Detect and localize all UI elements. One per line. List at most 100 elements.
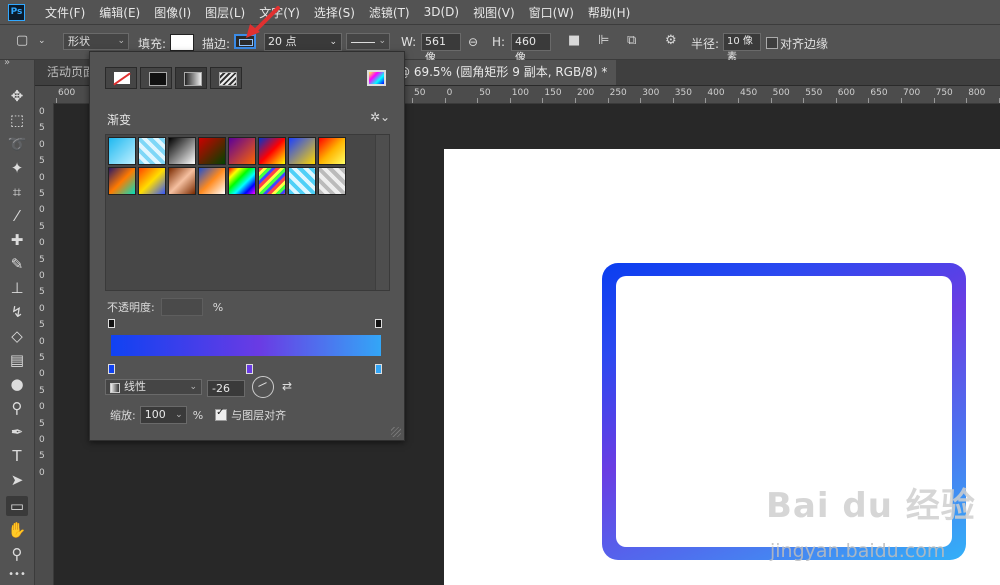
- link-icon[interactable]: ⊖: [468, 35, 478, 49]
- opacity-stop-right[interactable]: [375, 319, 382, 328]
- menu-filter[interactable]: 滤镜(T): [369, 4, 410, 21]
- chevron-down-icon[interactable]: ⌄: [38, 36, 46, 46]
- eraser-tool-icon[interactable]: ◇: [6, 326, 28, 346]
- ruler-tick: [509, 98, 511, 103]
- ruler-tick-label: 5: [39, 320, 45, 331]
- marquee-tool-icon[interactable]: ⬚: [6, 110, 28, 130]
- ruler-tick-label: 0: [39, 303, 45, 314]
- opacity-stop-left[interactable]: [108, 319, 115, 328]
- menu-help[interactable]: 帮助(H): [588, 4, 630, 21]
- photoshop-logo[interactable]: Ps: [8, 3, 25, 21]
- opacity-field[interactable]: [160, 298, 203, 316]
- path-arrangement-icon[interactable]: ⧉: [627, 33, 636, 48]
- menu-edit[interactable]: 编辑(E): [99, 4, 140, 21]
- gradient-preset-swatch[interactable]: [258, 167, 286, 195]
- gradient-preview-bar[interactable]: [111, 335, 381, 356]
- clone-stamp-tool-icon[interactable]: ⊥: [6, 278, 28, 298]
- gradient-preset-swatch[interactable]: [318, 167, 346, 195]
- gradient-tool-icon[interactable]: ▤: [6, 350, 28, 370]
- rectangle-tool-icon[interactable]: ▭: [6, 496, 28, 516]
- lasso-tool-icon[interactable]: ➰: [6, 134, 28, 154]
- history-brush-tool-icon[interactable]: ↯: [6, 302, 28, 322]
- stroke-type-dropdown[interactable]: ⌄: [346, 33, 390, 50]
- fill-swatch[interactable]: [170, 34, 194, 51]
- gradient-button[interactable]: [175, 67, 207, 89]
- healing-brush-tool-icon[interactable]: ✚: [6, 230, 28, 250]
- rounded-rect-tool-icon[interactable]: ▢: [16, 33, 28, 48]
- menu-view[interactable]: 视图(V): [473, 4, 515, 21]
- gradient-presets: [105, 134, 390, 291]
- menu-window[interactable]: 窗口(W): [529, 4, 574, 21]
- radius-label: 半径:: [691, 37, 720, 51]
- eyedropper-tool-icon[interactable]: ⁄: [6, 206, 28, 226]
- color-stop-right[interactable]: [375, 364, 382, 374]
- dodge-tool-icon[interactable]: ⚲: [6, 398, 28, 418]
- color-stop-middle[interactable]: [246, 364, 253, 374]
- gradient-preset-swatch[interactable]: [228, 137, 256, 165]
- height-field[interactable]: 460 像: [511, 33, 551, 64]
- collapse-icon[interactable]: »: [4, 57, 10, 68]
- more-tools-icon[interactable]: •••: [6, 565, 28, 585]
- path-operations-icon[interactable]: ■: [568, 33, 580, 48]
- gradient-preset-swatch[interactable]: [108, 137, 136, 165]
- gradient-preset-swatch[interactable]: [168, 137, 196, 165]
- color-picker-icon[interactable]: [367, 70, 386, 86]
- menu-image[interactable]: 图像(I): [154, 4, 191, 21]
- pattern-button[interactable]: [210, 67, 242, 89]
- align-edges-checkbox[interactable]: [766, 37, 778, 49]
- scale-field[interactable]: 100 ⌄: [139, 406, 187, 424]
- resize-grip-icon[interactable]: [391, 427, 401, 437]
- gradient-preset-swatch[interactable]: [138, 167, 166, 195]
- presets-scrollbar[interactable]: [375, 135, 389, 290]
- no-color-button[interactable]: [105, 67, 137, 89]
- brush-tool-icon[interactable]: ✎: [6, 254, 28, 274]
- ruler-tick-label: 500: [772, 88, 790, 98]
- gradient-preset-swatch[interactable]: [138, 137, 166, 165]
- gradient-type-dropdown[interactable]: 线性 ⌄: [105, 379, 202, 395]
- menu-file[interactable]: 文件(F): [45, 4, 85, 21]
- gradient-preset-swatch[interactable]: [258, 137, 286, 165]
- tab-current-document[interactable]: @ 69.5% (圆角矩形 9 副本, RGB/8) * ×: [390, 60, 616, 103]
- ruler-tick-label: 0: [39, 336, 45, 347]
- ruler-tick: [901, 98, 902, 103]
- crop-tool-icon[interactable]: ⌗: [6, 182, 28, 202]
- radius-field[interactable]: 10 像素: [723, 33, 761, 63]
- gradient-preset-swatch[interactable]: [198, 137, 226, 165]
- move-tool-icon[interactable]: ✥: [6, 86, 28, 106]
- ruler-tick: [640, 98, 642, 103]
- ruler-tick-label: 0: [39, 402, 45, 413]
- ruler-tick-label: 0: [39, 172, 45, 183]
- gradient-preset-swatch[interactable]: [288, 137, 316, 165]
- menu-select[interactable]: 选择(S): [314, 4, 355, 21]
- solid-color-button[interactable]: [140, 67, 172, 89]
- menu-3d[interactable]: 3D(D): [424, 5, 459, 19]
- angle-field[interactable]: -26: [207, 380, 245, 397]
- ruler-tick: [835, 98, 837, 103]
- pen-tool-icon[interactable]: ✒: [6, 422, 28, 442]
- gradient-preset-swatch[interactable]: [318, 137, 346, 165]
- gear-icon[interactable]: ✲⌄: [370, 110, 390, 124]
- angle-dial-icon[interactable]: [252, 376, 274, 398]
- align-with-layer-checkbox[interactable]: [215, 407, 228, 421]
- path-alignment-icon[interactable]: ⊫: [598, 33, 609, 48]
- tool-mode-dropdown[interactable]: 形状 ⌄: [63, 33, 129, 50]
- width-field[interactable]: 561 像: [421, 33, 461, 64]
- blur-tool-icon[interactable]: ●: [6, 374, 28, 394]
- scale-label: 缩放:: [110, 409, 136, 422]
- zoom-tool-icon[interactable]: ⚲: [6, 544, 28, 564]
- color-stop-left[interactable]: [108, 364, 115, 374]
- path-selection-tool-icon[interactable]: ➤: [6, 470, 28, 490]
- reverse-gradient-icon[interactable]: ⇄: [282, 379, 292, 393]
- ruler-tick: [803, 98, 805, 103]
- gradient-preset-swatch[interactable]: [288, 167, 316, 195]
- gradient-preset-swatch[interactable]: [168, 167, 196, 195]
- gradient-preset-swatch[interactable]: [108, 167, 136, 195]
- ruler-tick-label: 0: [39, 107, 45, 117]
- hand-tool-icon[interactable]: ✋: [6, 520, 28, 540]
- vertical-ruler[interactable]: 0 5 0 5 0 5 0 5 0 5 0 5 0 5 0 5 0 5 0 5 0 5 0: [35, 103, 54, 585]
- gradient-preset-swatch[interactable]: [198, 167, 226, 195]
- gradient-preset-swatch[interactable]: [228, 167, 256, 195]
- magic-wand-tool-icon[interactable]: ✦: [6, 158, 28, 178]
- type-tool-icon[interactable]: T: [6, 446, 28, 466]
- gear-icon[interactable]: ⚙: [665, 33, 677, 48]
